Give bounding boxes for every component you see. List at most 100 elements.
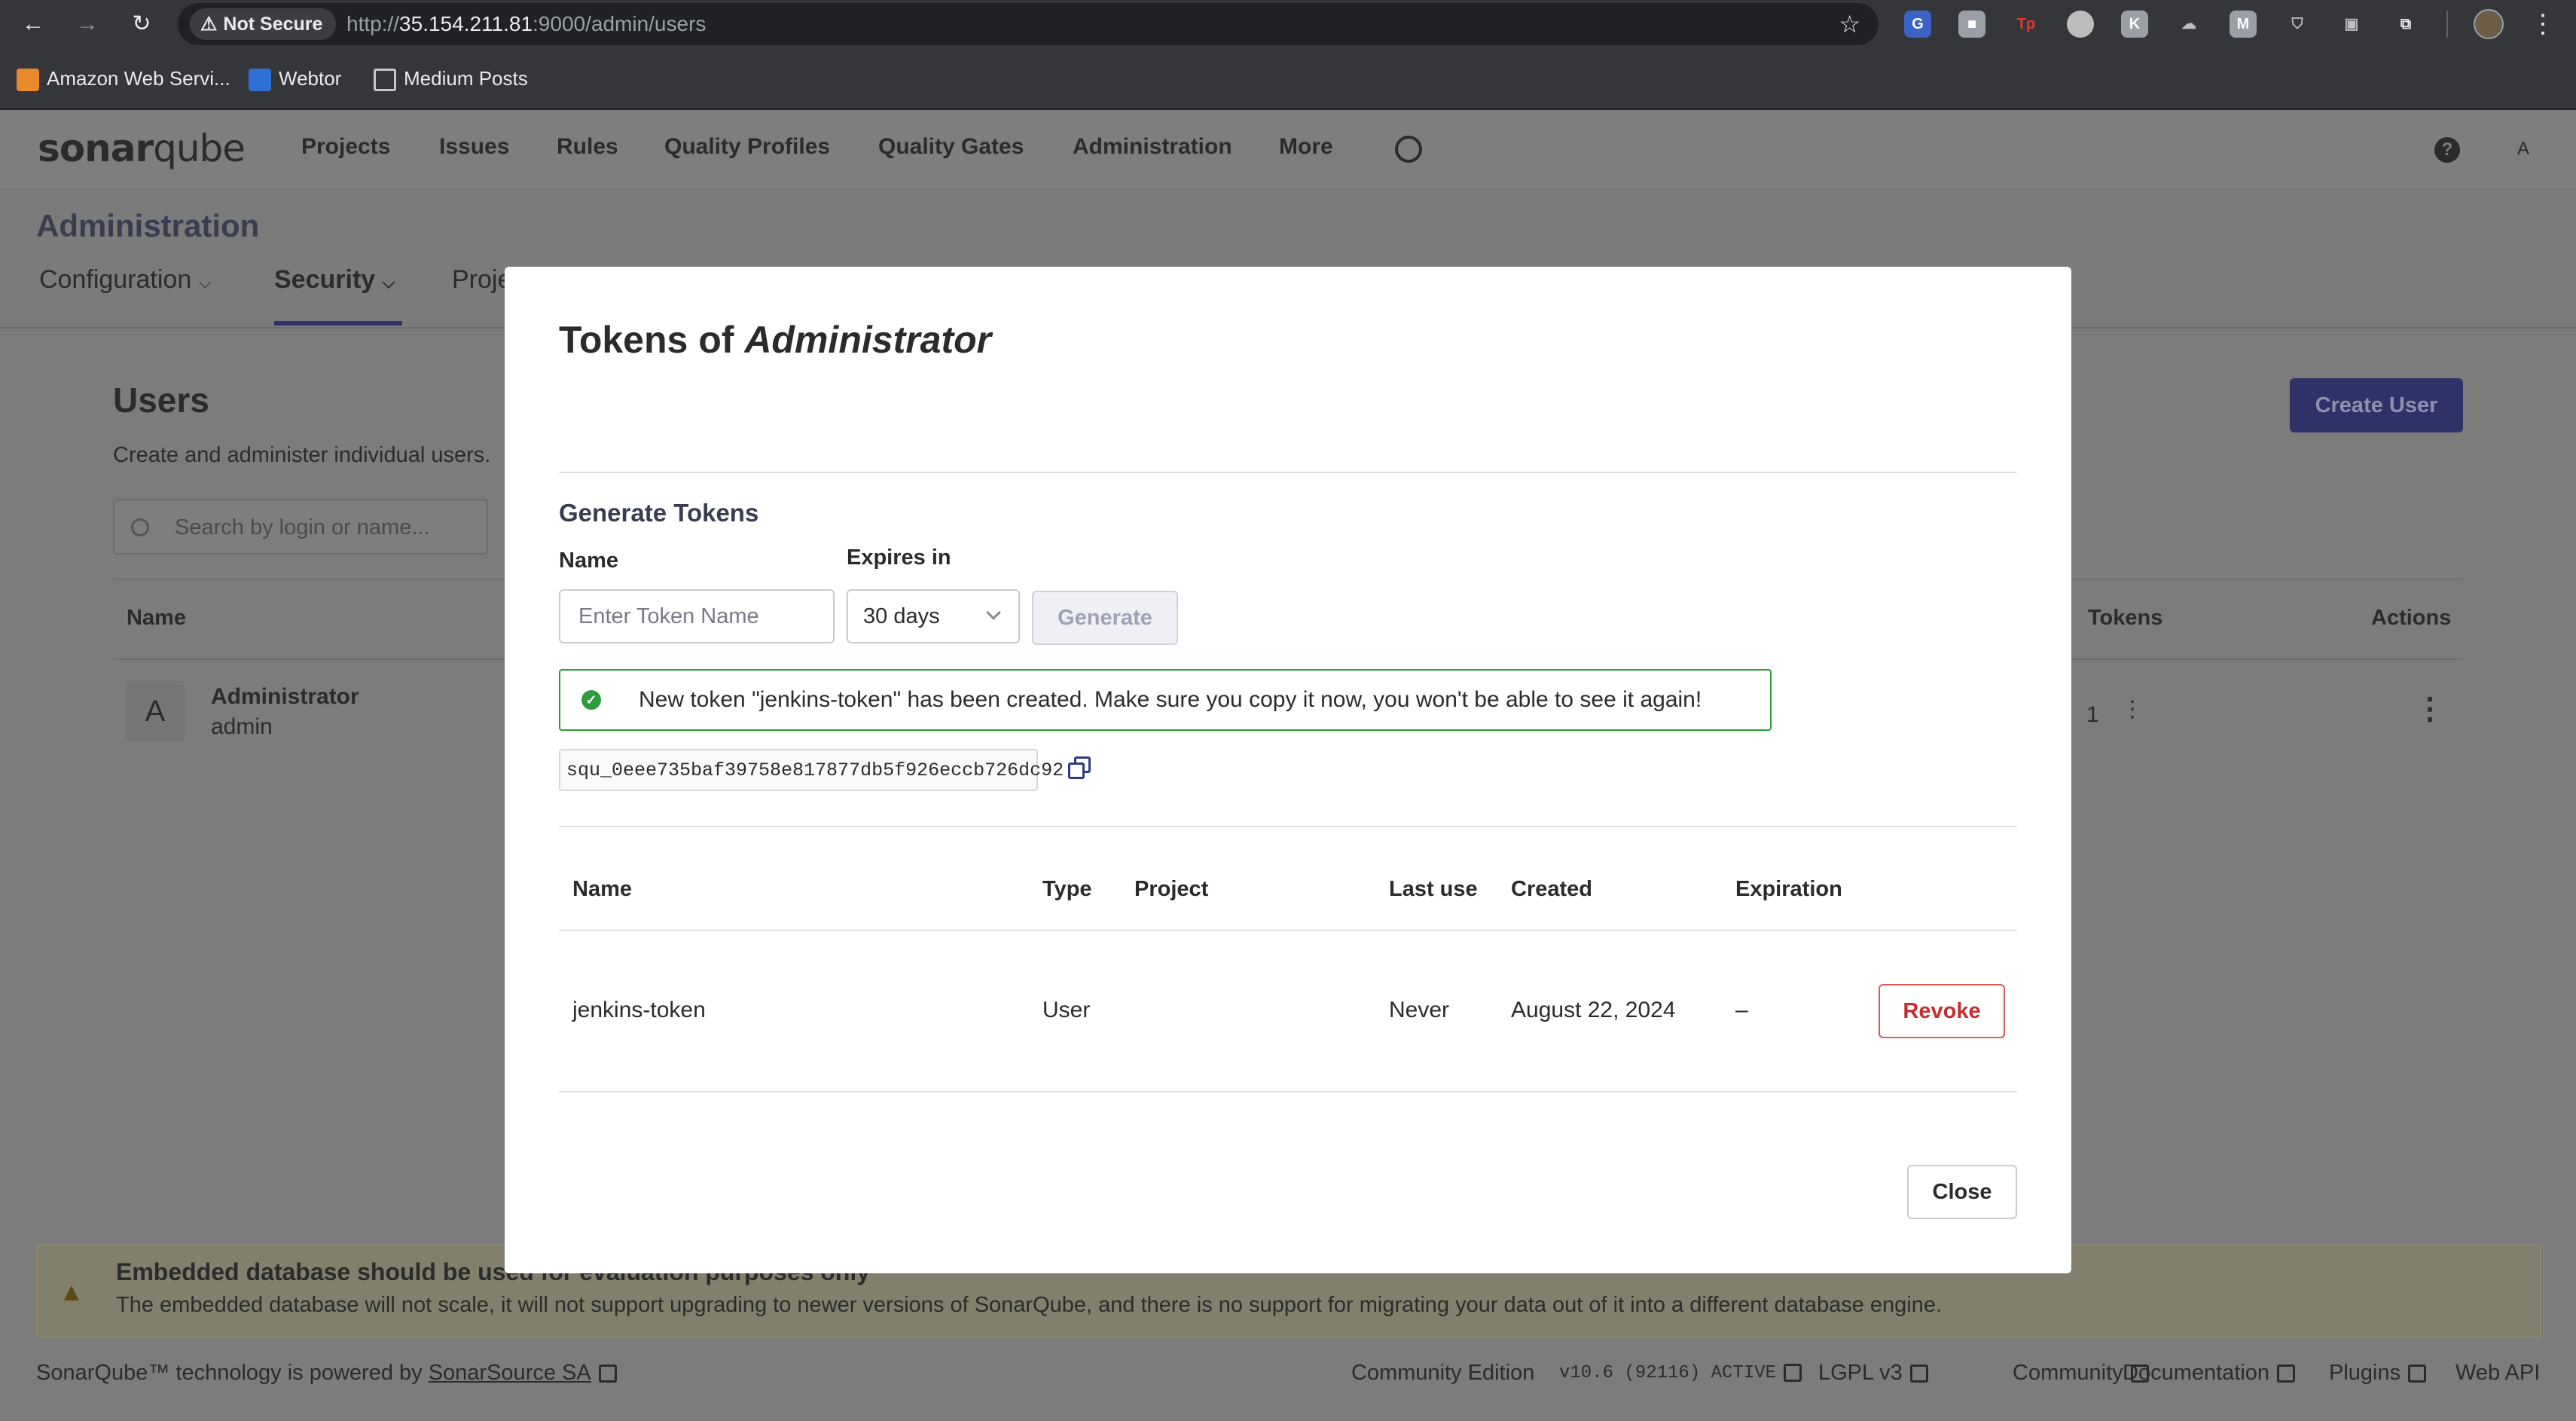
- address-bar[interactable]: ⚠ Not Secure http://35.154.211.81:9000/ad…: [178, 3, 1879, 45]
- bookmark-aws[interactable]: Amazon Web Servi...: [17, 63, 230, 93]
- generate-button[interactable]: Generate: [1032, 591, 1178, 645]
- nav-quality-gates[interactable]: Quality Gates: [878, 134, 1024, 160]
- divider: [559, 1091, 2017, 1092]
- token-value: squ_0eee735baf39758e817877db5f926eccb726…: [566, 759, 1064, 781]
- extension-icon[interactable]: [2067, 11, 2094, 38]
- user-name: Administrator: [211, 684, 359, 709]
- column-header-actions: Actions: [2371, 606, 2452, 630]
- nav-projects[interactable]: Projects: [301, 134, 390, 160]
- users-heading: Users: [113, 380, 209, 420]
- external-link-icon: [1784, 1363, 1802, 1382]
- shield-extension-icon[interactable]: ⛉: [2284, 11, 2311, 38]
- global-nav: sonarqube Projects Issues Rules Quality …: [0, 110, 2576, 188]
- row-actions-icon[interactable]: ⋮: [2415, 692, 2445, 726]
- search-icon: [131, 518, 149, 536]
- copy-icon[interactable]: [1064, 753, 1097, 787]
- column-header-created: Created: [1511, 877, 1592, 901]
- tab-security[interactable]: Security ⌵: [274, 265, 395, 295]
- footer-edition: Community Edition: [1351, 1361, 1535, 1385]
- security-chip[interactable]: ⚠ Not Secure: [190, 8, 337, 40]
- column-header-last-use: Last use: [1389, 877, 1478, 901]
- chevron-down-icon: [986, 605, 1001, 620]
- profile-avatar[interactable]: [2474, 9, 2504, 39]
- token-name-input[interactable]: Enter Token Name: [559, 589, 835, 643]
- folder-icon: [374, 69, 396, 92]
- browser-menu-icon[interactable]: ⋮: [2528, 6, 2558, 42]
- browser-toolbar: ← → ↻ ⚠ Not Secure http://35.154.211.81:9…: [0, 0, 2576, 48]
- nav-more[interactable]: More: [1279, 134, 1333, 160]
- token-type-cell: User: [1042, 998, 1091, 1022]
- external-link-icon: [1909, 1364, 1928, 1383]
- user-search-input[interactable]: Search by login or name...: [113, 499, 488, 555]
- create-user-button[interactable]: Create User: [2290, 378, 2463, 432]
- warning-text: The embedded database will not scale, it…: [116, 1293, 1943, 1317]
- tab-configuration[interactable]: Configuration ⌵: [39, 265, 211, 295]
- extension-icon[interactable]: M: [2230, 11, 2257, 38]
- column-header-tokens: Tokens: [2088, 606, 2163, 630]
- generate-tokens-heading: Generate Tokens: [559, 499, 759, 527]
- token-expiration-cell: –: [1735, 998, 1748, 1022]
- nav-issues[interactable]: Issues: [439, 134, 509, 160]
- forward-icon[interactable]: →: [69, 6, 105, 42]
- search-placeholder: Search by login or name...: [175, 515, 430, 539]
- nav-quality-profiles[interactable]: Quality Profiles: [664, 134, 830, 160]
- nav-rules[interactable]: Rules: [557, 134, 618, 160]
- warning-icon: ▲: [59, 1278, 84, 1306]
- bookmark-webtor[interactable]: Webtor: [249, 63, 341, 93]
- divider: [559, 472, 2017, 473]
- column-header-project: Project: [1134, 877, 1209, 901]
- bookmark-star-icon[interactable]: ☆: [1839, 3, 1860, 45]
- extension-icon[interactable]: ▣: [2338, 11, 2365, 38]
- puzzle-extensions-icon[interactable]: ⧉: [2392, 11, 2419, 38]
- revoke-button[interactable]: Revoke: [1879, 984, 2005, 1038]
- expires-select[interactable]: 30 days: [847, 589, 1020, 643]
- external-link-icon: [2408, 1364, 2427, 1383]
- extension-icon[interactable]: K: [2121, 11, 2148, 38]
- token-name-placeholder: Enter Token Name: [578, 604, 759, 628]
- success-message: New token "jenkins-token" has been creat…: [639, 687, 1702, 712]
- tp-extension-icon[interactable]: Tp: [2013, 11, 2040, 38]
- back-icon[interactable]: ←: [15, 6, 51, 42]
- sonarsource-link[interactable]: SonarSource SA: [429, 1361, 591, 1385]
- reload-icon[interactable]: ↻: [124, 6, 160, 42]
- divider: [559, 930, 2017, 931]
- extension-icon[interactable]: ■: [1958, 11, 1985, 38]
- url-text[interactable]: http://35.154.211.81:9000/admin/users: [346, 3, 706, 45]
- column-header-type: Type: [1042, 877, 1092, 901]
- token-last-use-cell: Never: [1389, 998, 1450, 1022]
- search-icon[interactable]: [1395, 136, 1422, 163]
- help-icon[interactable]: ?: [2434, 137, 2460, 163]
- external-link-icon: [2277, 1364, 2296, 1383]
- success-alert: ✓ New token "jenkins-token" has been cre…: [559, 669, 1772, 731]
- security-label: Not Secure: [223, 14, 323, 35]
- warning-triangle-icon: ⚠: [200, 14, 218, 35]
- footer-documentation[interactable]: Documentation: [2123, 1361, 2296, 1386]
- aws-icon: [17, 69, 39, 92]
- token-name-label: Name: [559, 549, 618, 573]
- footer: SonarQube™ technology is powered by Sona…: [36, 1361, 2544, 1391]
- sonarqube-logo[interactable]: sonarqube: [38, 127, 246, 170]
- nav-administration[interactable]: Administration: [1073, 134, 1232, 160]
- token-menu-icon[interactable]: ⋮: [2121, 696, 2144, 723]
- user-avatar[interactable]: A: [2507, 133, 2540, 166]
- cloud-extension-icon[interactable]: ☁: [2175, 11, 2202, 38]
- tab-projects[interactable]: Proje: [452, 265, 511, 295]
- column-header-name: Name: [572, 877, 632, 901]
- bookmark-medium-posts[interactable]: Medium Posts: [374, 63, 528, 93]
- footer-license[interactable]: LGPL v3: [1818, 1361, 1928, 1386]
- footer-version[interactable]: v10.6 (92116) ACTIVE: [1559, 1363, 1802, 1383]
- toolbar-divider: [2446, 11, 2448, 38]
- token-value-box[interactable]: squ_0eee735baf39758e817877db5f926eccb726…: [559, 749, 1064, 791]
- column-header-name: Name: [127, 606, 186, 630]
- token-name-cell: jenkins-token: [572, 998, 706, 1022]
- expires-label: Expires in: [847, 545, 951, 570]
- footer-plugins[interactable]: Plugins: [2329, 1361, 2427, 1386]
- footer-web-api[interactable]: Web API: [2455, 1361, 2540, 1386]
- token-count: 1: [2086, 702, 2099, 727]
- check-circle-icon: ✓: [581, 690, 601, 710]
- divider: [559, 826, 2017, 827]
- translate-extension-icon[interactable]: G: [1904, 11, 1931, 38]
- close-button[interactable]: Close: [1907, 1165, 2017, 1219]
- bookmarks-bar: Amazon Web Servi... Webtor Medium Posts: [0, 48, 2576, 110]
- page-title: Administration: [36, 208, 260, 243]
